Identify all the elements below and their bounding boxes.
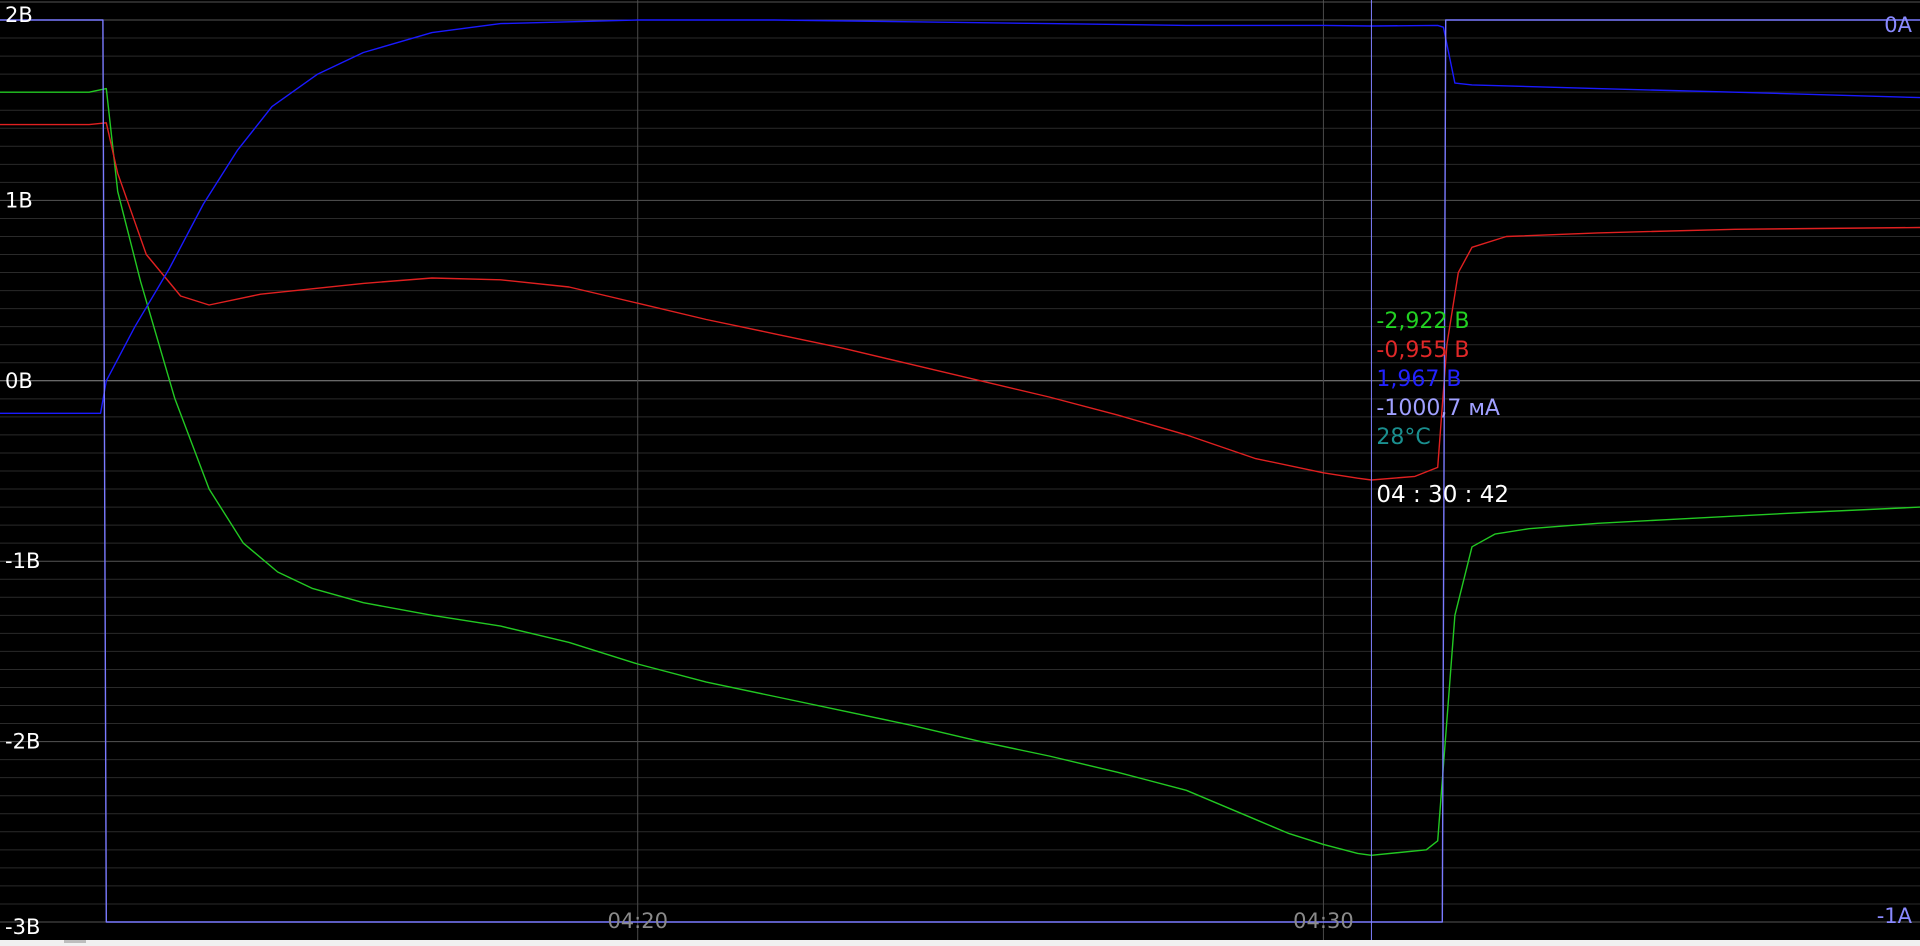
y-left-tick-label: 1В — [5, 188, 33, 212]
cursor-readout: -0,955 В — [1376, 338, 1469, 363]
cursor-readout: -2,922 В — [1376, 309, 1469, 334]
bottom-scroll-strip[interactable] — [0, 940, 1920, 946]
chart-plot-area[interactable]: -2,922 В -0,955 В 1,967 В -1000,7 мА 28°C 04 … — [0, 0, 1920, 946]
y-left-tick-label: -1В — [5, 549, 40, 573]
x-tick-label: 04:20 — [607, 909, 668, 933]
y-left-tick-label: -2В — [5, 730, 40, 754]
y-right-tick-label: -1A — [1877, 904, 1913, 928]
y-right-tick-label: 0A — [1884, 13, 1912, 37]
scroll-thumb[interactable] — [64, 940, 86, 943]
cursor-readout: 1,967 В — [1376, 367, 1461, 392]
x-tick-label: 04:30 — [1293, 909, 1354, 933]
plot-background — [0, 0, 1920, 946]
cursor-time-label: 04 : 30 : 42 — [1376, 482, 1509, 508]
y-left-tick-label: 0В — [5, 369, 33, 393]
y-left-tick-label: 2В — [5, 3, 33, 27]
cursor-readout: -1000,7 мА — [1376, 396, 1500, 421]
cursor-readout: 28°C — [1376, 425, 1430, 450]
y-left-tick-label: -3В — [5, 915, 40, 939]
